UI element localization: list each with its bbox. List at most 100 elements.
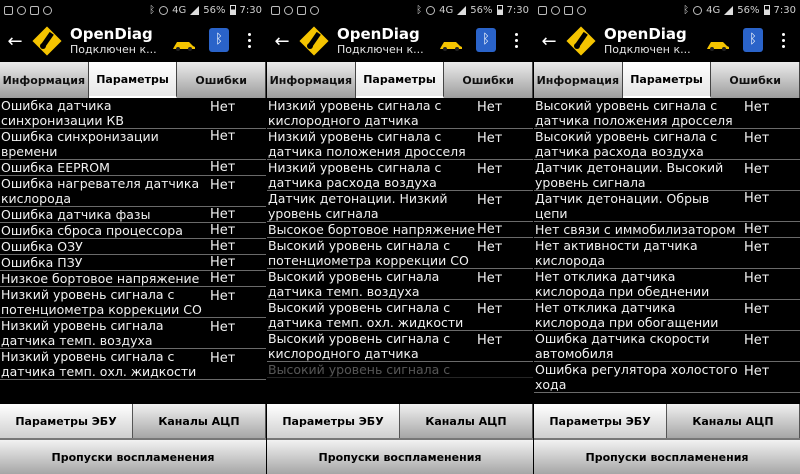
list-item: Низкий уровень сигнала с датчика темп. о… [0, 349, 266, 380]
tab-info[interactable]: Информация [534, 62, 623, 98]
tab-bar: Информация Параметры Ошибки [534, 62, 800, 98]
bottom-buttons: Параметры ЭБУ Каналы АЦП Пропуски воспла… [0, 404, 266, 474]
list-item: Низкий уровень сигнала с датчика положен… [267, 129, 533, 160]
signal-icon [190, 5, 200, 15]
alarm-icon [426, 5, 436, 15]
list-item: Высокий уровень сигнала с датчика положе… [534, 98, 800, 129]
tab-params[interactable]: Параметры [355, 62, 445, 98]
list-item: Ошибка датчика синхронизации КВ Нет [0, 98, 266, 129]
status-bar: ᛒ 4G 56% 7:30 [0, 0, 266, 20]
connection-status: Подключен к... [70, 43, 157, 56]
list-item: Датчик детонации. Низкий уровень сигнала… [267, 191, 533, 222]
phone-icon [551, 5, 560, 15]
app-logo-icon [296, 23, 332, 59]
notification-icon [4, 5, 13, 15]
list-item: Низкий уровень сигнала с потенциометра к… [0, 287, 266, 318]
list-item: Высокое бортовое напряжение Нет [267, 222, 533, 238]
overflow-menu-icon[interactable] [780, 30, 786, 51]
ecu-params-button[interactable]: Параметры ЭБУ [0, 404, 133, 438]
clock: 7:30 [239, 4, 262, 16]
list-item: Низкий уровень сигнала с датчика расхода… [267, 160, 533, 191]
list-item: Нет отклика датчика кислорода при обогащ… [534, 300, 800, 331]
misfires-button[interactable]: Пропуски воспламенения [0, 438, 266, 474]
clock: 7:30 [773, 4, 796, 16]
params-list[interactable]: Высокий уровень сигнала с датчика положе… [534, 98, 800, 404]
list-item: Ошибка ОЗУ Нет [0, 239, 266, 255]
battery-icon [229, 5, 236, 15]
car-icon [172, 36, 196, 51]
params-list[interactable]: Ошибка датчика синхронизации КВ Нет Ошибк… [0, 98, 266, 404]
battery-percent: 56% [737, 4, 760, 16]
adc-channels-button[interactable]: Каналы АЦП [667, 404, 800, 438]
network-type: 4G [439, 4, 454, 16]
tab-params[interactable]: Параметры [622, 62, 712, 98]
image-icon [30, 5, 39, 15]
ecu-params-button[interactable]: Параметры ЭБУ [534, 404, 667, 438]
phone-icon [284, 5, 293, 15]
overflow-menu-icon[interactable] [246, 30, 252, 51]
status-bar: ᛒ 4G 56% 7:30 [534, 0, 800, 20]
list-item: Ошибка датчика фазы Нет [0, 207, 266, 223]
bluetooth-status-icon: ᛒ [683, 4, 690, 16]
phone-icon [17, 5, 26, 15]
adc-channels-button[interactable]: Каналы АЦП [400, 404, 533, 438]
bluetooth-icon[interactable]: ᛒ [476, 28, 496, 52]
app-title: OpenDiag [604, 25, 687, 43]
list-item: Низкое бортовое напряжение Нет [0, 271, 266, 287]
tab-params[interactable]: Параметры [88, 62, 178, 98]
tab-bar: Информация Параметры Ошибки [0, 62, 266, 98]
battery-percent: 56% [203, 4, 226, 16]
params-list[interactable]: Низкий уровень сигнала с кислородного да… [267, 98, 533, 404]
battery-icon [763, 5, 770, 15]
image-icon [297, 5, 306, 15]
phone-screen: ᛒ 4G 56% 7:30 ← OpenDiag Подключен к... … [0, 0, 266, 474]
image-icon [564, 5, 573, 15]
signal-icon [724, 5, 734, 15]
bluetooth-status-icon: ᛒ [416, 4, 423, 16]
list-item: Ошибка датчика скорости автомобиля Нет [534, 331, 800, 362]
bottom-buttons: Параметры ЭБУ Каналы АЦП Пропуски воспла… [267, 404, 533, 474]
tab-errors[interactable]: Ошибки [444, 62, 533, 98]
car-icon [706, 36, 730, 51]
connection-status: Подключен к... [337, 43, 424, 56]
phone-screen: ᛒ 4G 56% 7:30 ← OpenDiag Подключен к... … [267, 0, 533, 474]
list-item: Нет связи с иммобилизатором Нет [534, 222, 800, 238]
list-item: Датчик детонации. Высокий уровень сигнал… [534, 160, 800, 191]
signal-icon [457, 5, 467, 15]
misfires-button[interactable]: Пропуски воспламенения [267, 438, 533, 474]
status-bar: ᛒ 4G 56% 7:30 [267, 0, 533, 20]
list-item: Низкий уровень сигнала датчика темп. воз… [0, 318, 266, 349]
list-item: Ошибка сброса процессора Нет [0, 223, 266, 239]
battery-percent: 56% [470, 4, 493, 16]
app-bar: ← OpenDiag Подключен к... ᛒ [267, 20, 533, 62]
tab-bar: Информация Параметры Ошибки [267, 62, 533, 98]
bluetooth-status-icon: ᛒ [149, 4, 156, 16]
overflow-menu-icon[interactable] [513, 30, 519, 51]
list-item: Ошибка EEPROM Нет [0, 160, 266, 176]
list-item: Ошибка ПЗУ Нет [0, 255, 266, 271]
back-arrow-icon[interactable]: ← [271, 31, 293, 52]
ecu-params-button[interactable]: Параметры ЭБУ [267, 404, 400, 438]
notification-icon [271, 5, 280, 15]
clock: 7:30 [506, 4, 529, 16]
tab-info[interactable]: Информация [267, 62, 356, 98]
misfires-button[interactable]: Пропуски воспламенения [534, 438, 800, 474]
list-item: Ошибка нагревателя датчика кислорода Нет [0, 176, 266, 207]
tab-errors[interactable]: Ошибки [177, 62, 266, 98]
adc-channels-button[interactable]: Каналы АЦП [133, 404, 266, 438]
back-arrow-icon[interactable]: ← [538, 31, 560, 52]
app-bar: ← OpenDiag Подключен к... ᛒ [534, 20, 800, 62]
tab-info[interactable]: Информация [0, 62, 89, 98]
tab-errors[interactable]: Ошибки [711, 62, 800, 98]
bluetooth-icon[interactable]: ᛒ [743, 28, 763, 52]
settings-icon [310, 5, 319, 15]
list-item: Ошибка регулятора холостого хода Нет [534, 362, 800, 393]
alarm-icon [693, 5, 703, 15]
phone-screen: ᛒ 4G 56% 7:30 ← OpenDiag Подключен к... … [534, 0, 800, 474]
back-arrow-icon[interactable]: ← [4, 31, 26, 52]
list-item: Высокий уровень сигнала с датчика расход… [534, 129, 800, 160]
network-type: 4G [172, 4, 187, 16]
list-item: Высокий уровень сигнала с потенциометра … [267, 238, 533, 269]
bluetooth-icon[interactable]: ᛒ [209, 28, 229, 52]
car-icon [439, 36, 463, 51]
